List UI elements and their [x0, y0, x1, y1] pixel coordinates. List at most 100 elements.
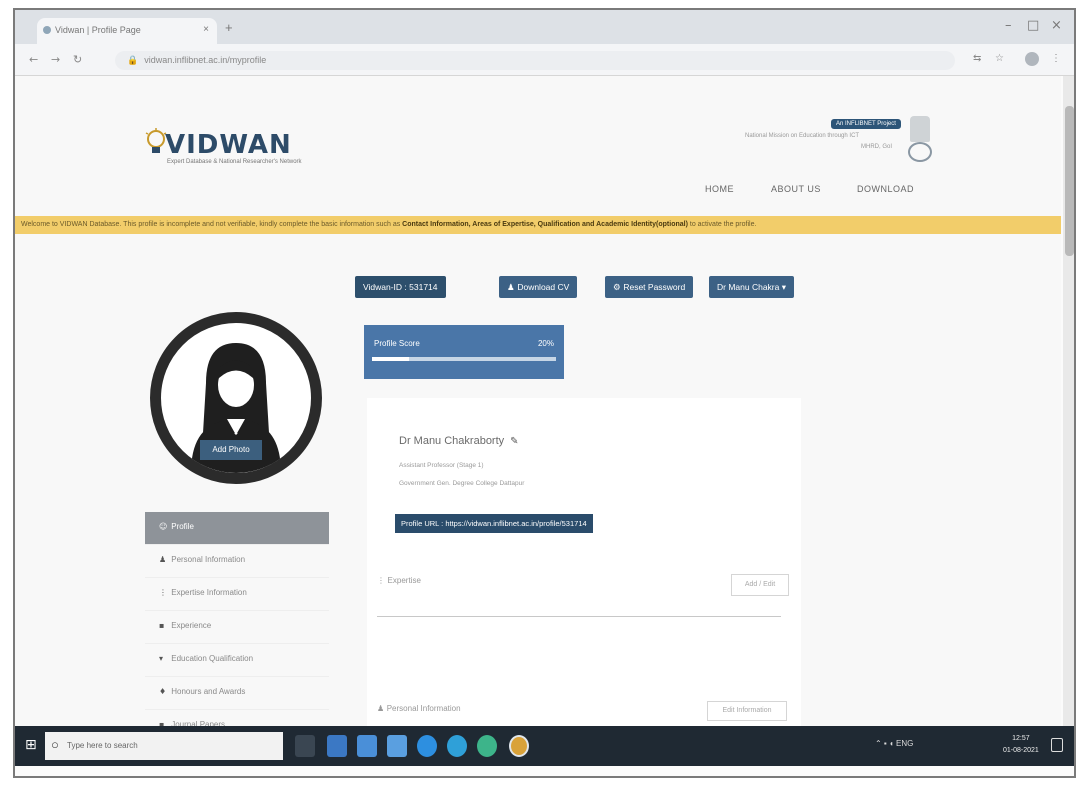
sidebar-item-qualification[interactable]: ▾ Education Qualification — [145, 644, 329, 677]
user-menu-dropdown[interactable]: Dr Manu Chakra ▾ — [709, 276, 795, 298]
task-view-icon[interactable] — [295, 735, 315, 757]
browser-profile-icon[interactable] — [1025, 52, 1039, 66]
new-tab-icon[interactable]: + — [225, 20, 233, 35]
expertise-heading: ⋮ Expertise — [377, 576, 421, 585]
download-cv-button[interactable]: ♟ Download CV — [499, 276, 578, 298]
windows-start-icon[interactable]: ⊞ — [25, 737, 37, 753]
sidebar-item-label: Experience — [171, 621, 212, 630]
qualification-icon: ▾ — [159, 654, 164, 663]
translate-icon[interactable]: ⇆ — [973, 53, 981, 64]
web-page: VIDWAN Expert Database & National Resear… — [15, 76, 1061, 743]
user-icon: ♟ — [159, 555, 167, 564]
url-field[interactable]: 🔒 vidwan.inflibnet.ac.in/myprofile — [115, 51, 955, 70]
language-indicator: ENG — [896, 739, 914, 748]
reload-icon[interactable]: ↻ — [73, 53, 82, 66]
edge-icon[interactable] — [447, 735, 467, 757]
profile-score-fill — [372, 357, 409, 361]
vidwan-id-text: Vidwan-ID : 531714 — [363, 282, 438, 292]
notice-prefix: Welcome to VIDWAN Database. This profile… — [21, 221, 401, 228]
vidwan-id-badge: Vidwan-ID : 531714 — [355, 276, 446, 298]
taskbar-clock[interactable]: 12:57 01-08-2021 — [1003, 733, 1039, 757]
nav-home[interactable]: HOME — [705, 184, 734, 194]
edit-pencil-icon[interactable]: ✎ — [510, 436, 518, 447]
sidebar-item-label: Expertise Information — [171, 588, 247, 597]
gov-text-2: MHRD, GoI — [861, 144, 893, 150]
sidebar-item-label: Personal Information — [171, 555, 246, 564]
favicon-icon — [43, 26, 51, 34]
back-icon[interactable]: ← — [29, 53, 38, 66]
expertise-icon: ⋮ — [159, 588, 167, 597]
nav-about-us[interactable]: ABOUT US — [771, 184, 821, 194]
profile-institution: Government Gen. Degree College Dattapur — [399, 480, 525, 487]
notification-icon[interactable] — [1051, 738, 1063, 752]
page-scrollbar[interactable] — [1063, 76, 1074, 726]
add-photo-label: Add Photo — [212, 445, 250, 454]
sidebar-item-expertise[interactable]: ⋮ Expertise Information — [145, 578, 329, 611]
expertise-icon: ⋮ — [377, 576, 388, 585]
profile-card: Dr Manu Chakraborty ✎ Assistant Professor… — [367, 398, 801, 728]
system-tray[interactable]: ⌃ ▪ ◖ ENG — [875, 739, 913, 748]
personal-info-label: Personal Information — [386, 704, 461, 713]
profile-incomplete-notice: Welcome to VIDWAN Database. This profile… — [15, 216, 1061, 234]
profile-name-row: Dr Manu Chakraborty ✎ — [399, 435, 519, 447]
browser-menu-icon[interactable]: ⋮ — [1051, 53, 1061, 64]
sidebar-item-awards[interactable]: ♦ Honours and Awards — [145, 677, 329, 710]
profile-score-label: Profile Score — [374, 339, 420, 348]
experience-icon: ▪ — [159, 621, 165, 630]
taskbar-search-input[interactable]: ○ Type here to search — [45, 732, 283, 760]
minimize-button[interactable]: – — [1005, 18, 1012, 33]
logo-name: VIDWAN — [165, 130, 292, 160]
sidebar-item-personal-information[interactable]: ♟ Personal Information — [145, 545, 329, 578]
edit-information-button[interactable]: Edit Information — [707, 701, 787, 721]
logo-tagline: Expert Database & National Researcher's … — [167, 159, 302, 165]
profile-name: Dr Manu Chakraborty — [399, 435, 505, 447]
caret-down-icon: ▾ — [781, 282, 787, 292]
sidebar-item-label: Education Qualification — [171, 654, 254, 663]
close-window-button[interactable]: × — [1051, 18, 1062, 33]
maximize-button[interactable]: □ — [1027, 18, 1039, 33]
scrollbar-thumb[interactable] — [1065, 106, 1074, 256]
search-placeholder: Type here to search — [67, 741, 138, 750]
profile-score-panel: Profile Score 20% — [364, 325, 564, 379]
browser-tab[interactable]: Vidwan | Profile Page × — [37, 18, 217, 44]
windows-taskbar: ⊞ ○ Type here to search ⌃ ▪ ◖ ENG 12:57 … — [15, 726, 1074, 766]
lock-icon: 🔒 — [127, 56, 139, 66]
user-icon: ♟ — [507, 283, 518, 293]
nav-download[interactable]: DOWNLOAD — [857, 184, 914, 194]
app-icon[interactable] — [477, 735, 497, 757]
mail-icon[interactable] — [357, 735, 377, 757]
profile-url-link[interactable]: Profile URL : https://vidwan.inflibnet.a… — [395, 514, 593, 533]
expertise-label: Expertise — [387, 576, 421, 585]
notice-suffix: to activate the profile. — [689, 221, 757, 228]
store-icon[interactable] — [327, 735, 347, 757]
screenshot-frame: Vidwan | Profile Page × + – □ × ← → ↻ 🔒 v… — [13, 8, 1076, 778]
url-text: vidwan.inflibnet.ac.in/myprofile — [144, 55, 267, 65]
user-icon: ♟ — [377, 704, 387, 713]
tab-close-icon[interactable]: × — [203, 24, 209, 35]
clock-date: 01-08-2021 — [1003, 747, 1039, 754]
ministry-logo-icon — [908, 142, 932, 162]
chrome-icon[interactable] — [509, 735, 529, 757]
gov-text: National Mission on Education through IC… — [745, 133, 860, 139]
tab-title: Vidwan | Profile Page — [55, 25, 141, 35]
forward-icon[interactable]: → — [51, 53, 60, 66]
profile-designation: Assistant Professor (Stage 1) — [399, 462, 484, 469]
lock-app-icon[interactable] — [387, 735, 407, 757]
browser-address-bar: ← → ↻ 🔒 vidwan.inflibnet.ac.in/myprofile … — [15, 44, 1074, 76]
clock-time: 12:57 — [1012, 735, 1030, 742]
profile-icon: ☺ — [159, 522, 168, 531]
edge-legacy-icon[interactable] — [417, 735, 437, 757]
reset-password-button[interactable]: ⚙ Reset Password — [605, 276, 694, 298]
national-emblem-icon — [910, 116, 930, 142]
personal-info-heading: ♟ Personal Information — [377, 704, 461, 713]
bookmark-star-icon[interactable]: ☆ — [995, 53, 1004, 64]
sidebar-item-experience[interactable]: ▪ Experience — [145, 611, 329, 644]
reset-password-label: Reset Password — [623, 282, 686, 292]
add-photo-button[interactable]: Add Photo — [200, 440, 262, 460]
section-divider — [377, 616, 781, 617]
sidebar-item-profile[interactable]: ☺ Profile — [145, 512, 329, 545]
expertise-edit-button[interactable]: Add / Edit — [731, 574, 789, 596]
notice-highlight: Contact Information, Areas of Expertise,… — [402, 221, 688, 228]
inflibnet-badge: An INFLIBNET Project — [831, 119, 901, 129]
download-cv-label: Download CV — [517, 282, 570, 292]
